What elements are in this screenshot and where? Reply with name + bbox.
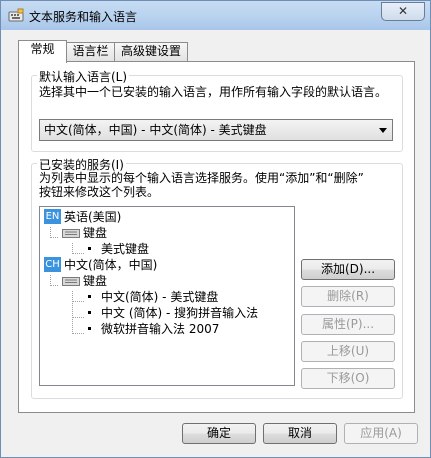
tree-language-en-label: 英语(美国)	[64, 210, 122, 224]
tree-language-en[interactable]: EN 英语(美国)	[44, 209, 121, 225]
installed-services-description-line1: 为列表中显示的每个输入语言选择服务。使用“添加”和“删除”	[39, 171, 364, 185]
keyboard-app-icon	[8, 8, 24, 24]
ok-button[interactable]: 确定	[182, 423, 256, 444]
remove-button[interactable]: 删除(R)	[301, 286, 395, 307]
default-language-group-title: 默认输入语言(L)	[37, 68, 130, 85]
tree-keyboard-en-label: 键盘	[83, 226, 108, 240]
chevron-down-icon	[379, 128, 387, 133]
window-title: 文本服务和输入语言	[29, 10, 138, 24]
bullet-icon	[88, 311, 91, 314]
add-button[interactable]: 添加(D)...	[301, 259, 395, 280]
tab-language-bar-label: 语言栏	[72, 44, 109, 58]
tree-language-ch[interactable]: CH 中文(简体，中国)	[44, 257, 157, 273]
tab-advanced-keys[interactable]: 高级键设置	[114, 42, 188, 61]
tab-general-label: 常规	[30, 42, 55, 56]
close-icon: ✕	[397, 4, 409, 18]
tree-item-sogou-pinyin[interactable]: 中文 (简体) - 搜狗拼音输入法	[88, 305, 258, 321]
move-up-button[interactable]: 上移(U)	[301, 341, 395, 362]
bullet-icon	[88, 327, 91, 330]
tree-keyboard-en[interactable]: 键盘	[62, 225, 107, 241]
apply-button[interactable]: 应用(A)	[344, 423, 418, 444]
installed-services-description-line2: 按钮来修改这个列表。	[39, 185, 160, 199]
installed-services-description: 为列表中显示的每个输入语言选择服务。使用“添加”和“删除” 按钮来修改这个列表。	[39, 171, 364, 199]
tree-item-us-keyboard[interactable]: 美式键盘	[88, 241, 149, 257]
tree-item-ms-pinyin-2007[interactable]: 微软拼音输入法 2007	[88, 321, 219, 337]
ch-badge: CH	[44, 257, 61, 272]
installed-services-tree[interactable]: EN 英语(美国) 键盘 美式键盘 CH 中文(简体，中国) 键盘 中文(简体) -…	[39, 206, 295, 386]
tree-item-sogou-pinyin-label: 中文 (简体) - 搜狗拼音输入法	[101, 306, 259, 320]
default-language-selected: 中文(简体，中国) - 中文(简体) - 美式键盘	[44, 123, 267, 137]
default-language-dropdown[interactable]: 中文(简体，中国) - 中文(简体) - 美式键盘	[39, 119, 393, 141]
dialog-window: 文本服务和输入语言 ✕ 常规 语言栏 高级键设置 默认输入语言(L) 选择其中一…	[0, 0, 431, 458]
properties-button[interactable]: 属性(P)...	[301, 314, 395, 335]
keyboard-icon	[62, 277, 80, 286]
tree-item-ch-us-keyboard-label: 中文(简体) - 美式键盘	[101, 290, 219, 304]
close-button[interactable]: ✕	[381, 2, 425, 21]
cancel-button[interactable]: 取消	[263, 423, 337, 444]
bullet-icon	[88, 247, 91, 250]
tab-language-bar[interactable]: 语言栏	[66, 42, 115, 61]
tab-general[interactable]: 常规	[18, 40, 67, 63]
tree-item-ch-us-keyboard[interactable]: 中文(简体) - 美式键盘	[88, 289, 218, 305]
default-language-description: 选择其中一个已安装的输入语言，用作所有输入字段的默认语言。	[39, 85, 388, 99]
tree-keyboard-ch[interactable]: 键盘	[62, 273, 107, 289]
tree-item-ms-pinyin-2007-label: 微软拼音输入法 2007	[101, 322, 220, 336]
move-down-button[interactable]: 下移(O)	[301, 368, 395, 389]
tree-item-us-keyboard-label: 美式键盘	[101, 242, 150, 256]
tree-keyboard-ch-label: 键盘	[83, 274, 108, 288]
keyboard-icon	[62, 229, 80, 238]
bullet-icon	[88, 295, 91, 298]
title-bar[interactable]: 文本服务和输入语言 ✕	[1, 1, 430, 30]
en-badge: EN	[44, 209, 61, 224]
tab-advanced-keys-label: 高级键设置	[120, 44, 181, 58]
tree-language-ch-label: 中文(简体，中国)	[64, 258, 158, 272]
